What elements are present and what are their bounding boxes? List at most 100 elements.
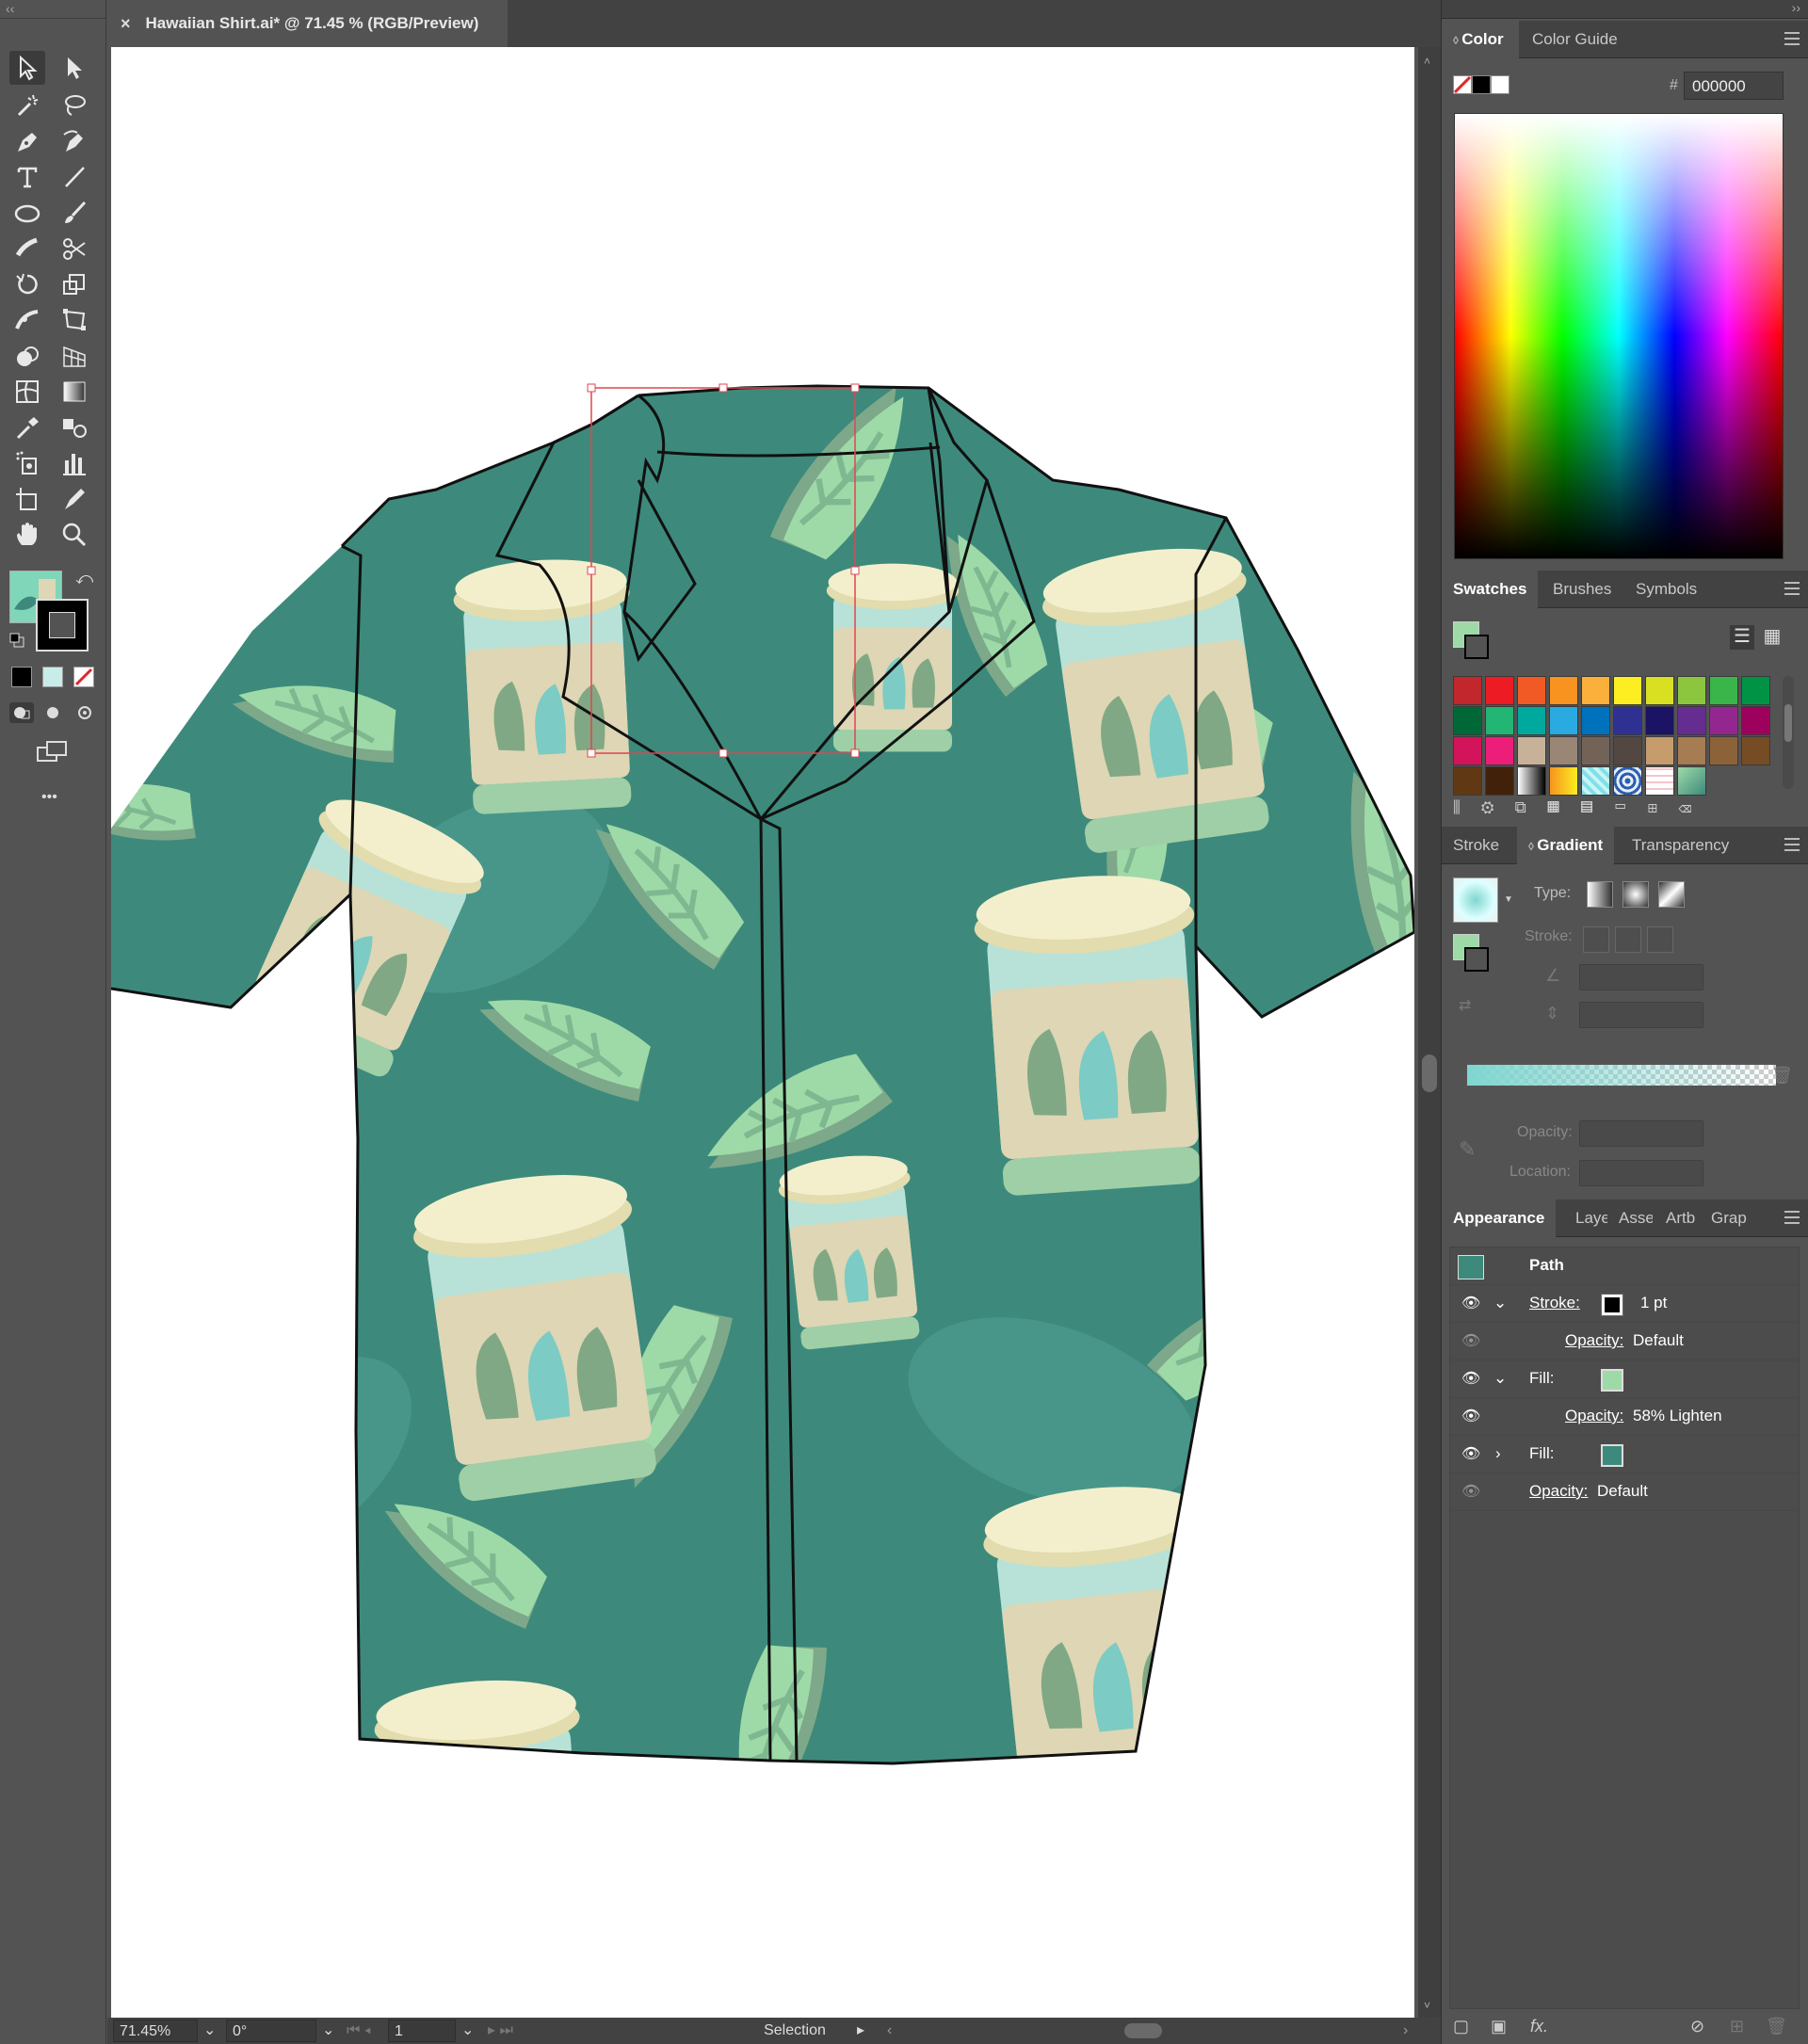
swatch-29abe2[interactable]	[1549, 706, 1578, 735]
visibility-eye-icon[interactable]: 👁	[1461, 1482, 1480, 1501]
type-tool-icon[interactable]	[9, 160, 45, 194]
object-opacity-row[interactable]: 👁 Opacity: Default	[1450, 1473, 1799, 1511]
swatch-d4145a[interactable]	[1453, 736, 1482, 765]
color-black-icon[interactable]	[1472, 75, 1491, 94]
scroll-up-icon[interactable]: ˄	[1424, 55, 1430, 68]
gradient-preview-swatch[interactable]	[1453, 877, 1498, 923]
curvature-tool-icon[interactable]	[56, 124, 92, 158]
draw-behind-icon[interactable]	[41, 702, 66, 723]
selection-tool-icon[interactable]	[9, 51, 45, 85]
freeform-gradient-button[interactable]	[1658, 881, 1685, 908]
scale-tool-icon[interactable]	[56, 267, 92, 301]
pen-tool-icon[interactable]	[9, 124, 45, 158]
swatch-gradient-orange[interactable]	[1549, 766, 1578, 796]
swatch-8c6239[interactable]	[1709, 736, 1738, 765]
collapse-toolbar-button[interactable]: ‹‹	[0, 0, 105, 19]
tab-graphic-styles[interactable]: Grap	[1700, 1199, 1751, 1237]
color-spectrum[interactable]	[1454, 113, 1784, 559]
tab-color-guide[interactable]: Color Guide	[1521, 21, 1629, 58]
shape-builder-tool-icon[interactable]	[9, 339, 45, 373]
gradient-mode-icon[interactable]	[42, 667, 63, 687]
stroke-color-swatch[interactable]	[1601, 1294, 1623, 1316]
swatch-662d91[interactable]	[1677, 706, 1706, 735]
list-view-icon[interactable]: ☰	[1730, 625, 1754, 650]
tab-swatches[interactable]: Swatches	[1442, 571, 1539, 608]
expand-chevron-down-icon[interactable]: ⌄	[1493, 1369, 1507, 1388]
warp-tool-icon[interactable]	[9, 303, 45, 337]
duplicate-item-icon[interactable]: ⊞	[1730, 2017, 1744, 2036]
tab-symbols[interactable]: Symbols	[1624, 571, 1708, 608]
rotate-tool-icon[interactable]	[9, 267, 45, 301]
swap-fill-stroke-icon[interactable]: ⤺	[75, 569, 93, 588]
vertical-scrollbar[interactable]: ˄ ˅	[1418, 47, 1441, 2018]
artboard-dropdown-icon[interactable]: ⌄	[456, 2020, 478, 2042]
add-stroke-icon[interactable]: ▢	[1453, 2017, 1469, 2036]
gradient-slider[interactable]	[1466, 1064, 1777, 1086]
swatch-1b1464[interactable]	[1645, 706, 1674, 735]
shaper-tool-icon[interactable]	[9, 232, 45, 266]
tab-brushes[interactable]: Brushes	[1542, 571, 1622, 608]
lasso-tool-icon[interactable]	[56, 89, 92, 122]
column-graph-tool-icon[interactable]	[56, 446, 92, 480]
stroke-within-button[interactable]	[1583, 926, 1609, 953]
visibility-eye-icon[interactable]: 👁	[1461, 1331, 1480, 1350]
radial-gradient-button[interactable]	[1622, 881, 1649, 908]
visibility-eye-icon[interactable]: 👁	[1461, 1444, 1480, 1463]
swatch-ed1c24[interactable]	[1485, 676, 1514, 705]
visibility-eye-icon[interactable]: 👁	[1461, 1369, 1480, 1388]
slice-tool-icon[interactable]	[56, 482, 92, 516]
stroke-label[interactable]: Stroke:	[1529, 1294, 1580, 1312]
swatch-c1272d[interactable]	[1453, 676, 1482, 705]
fill-opacity-row[interactable]: 👁 Opacity: 58% Lighten	[1450, 1398, 1799, 1436]
artboard[interactable]	[110, 47, 1416, 2018]
magic-wand-tool-icon[interactable]	[9, 89, 45, 122]
symbol-sprayer-tool-icon[interactable]	[9, 446, 45, 480]
tab-transparency[interactable]: Transparency	[1621, 827, 1740, 864]
swatch-22b573[interactable]	[1485, 706, 1514, 735]
aspect-ratio-dropdown[interactable]	[1579, 1002, 1703, 1028]
tab-layers[interactable]: Laye	[1564, 1199, 1607, 1237]
swatches-scrollbar[interactable]	[1783, 676, 1794, 789]
linear-gradient-button[interactable]	[1587, 881, 1613, 908]
first-artboard-icon[interactable]: ⏮ ◂	[341, 2020, 377, 2042]
rotation-dropdown-icon[interactable]: ⌄	[316, 2020, 339, 2042]
stroke-opacity-row[interactable]: 👁 Opacity: Default	[1450, 1323, 1799, 1360]
hex-input[interactable]: 000000	[1684, 72, 1784, 100]
swatch-c69c6d[interactable]	[1645, 736, 1674, 765]
draw-inside-icon[interactable]	[73, 702, 98, 723]
swatch-0071bc[interactable]	[1581, 706, 1610, 735]
last-artboard-icon[interactable]: ▸ ⏭	[482, 2020, 519, 2042]
fill-label[interactable]: Fill:	[1529, 1444, 1554, 1463]
hawaiian-shirt-artwork[interactable]	[110, 47, 1416, 2018]
tab-asset-export[interactable]: Asse	[1607, 1199, 1653, 1237]
swatches-footer-icons[interactable]: ⫼⚙⧉▦▤▭⊞⌫	[1453, 798, 1792, 821]
eyedropper-tool-icon[interactable]	[9, 410, 45, 444]
swatch-2e3192[interactable]	[1613, 706, 1642, 735]
panel-menu-icon[interactable]	[1784, 838, 1800, 851]
hscroll-left-icon[interactable]: ‹	[881, 2020, 897, 2042]
swatch-603813[interactable]	[1453, 766, 1482, 796]
swatch-fcee21[interactable]	[1613, 676, 1642, 705]
color-white-icon[interactable]	[1491, 75, 1509, 94]
tab-stroke[interactable]: Stroke	[1442, 827, 1510, 864]
default-fill-stroke-icon[interactable]	[9, 633, 24, 648]
add-fill-icon[interactable]: ▣	[1491, 2017, 1507, 2036]
expand-chevron-down-icon[interactable]: ⌄	[1493, 1294, 1507, 1312]
free-transform-tool-icon[interactable]	[56, 303, 92, 337]
stroke-weight[interactable]: 1 pt	[1640, 1294, 1667, 1312]
canvas[interactable]	[107, 47, 1418, 2018]
artboard-tool-icon[interactable]	[9, 482, 45, 516]
perspective-grid-tool-icon[interactable]	[56, 339, 92, 373]
swatch-f7931e[interactable]	[1549, 676, 1578, 705]
direct-selection-tool-icon[interactable]	[56, 51, 92, 85]
gradient-eyedropper-icon[interactable]: ✎	[1459, 1137, 1476, 1162]
swatch-d9e021[interactable]	[1645, 676, 1674, 705]
color-none-icon[interactable]	[1453, 75, 1472, 94]
gradient-tool-icon[interactable]	[56, 375, 92, 409]
appearance-object-row[interactable]: Path	[1450, 1247, 1799, 1285]
zoom-field[interactable]: 71.45%	[113, 2020, 198, 2042]
fill-pattern-row[interactable]: 👁 ⌄ Fill:	[1450, 1360, 1799, 1398]
swatch-42210b[interactable]	[1485, 766, 1514, 796]
visibility-eye-icon[interactable]: 👁	[1461, 1294, 1480, 1312]
swatch-pattern-blue[interactable]	[1613, 766, 1642, 796]
